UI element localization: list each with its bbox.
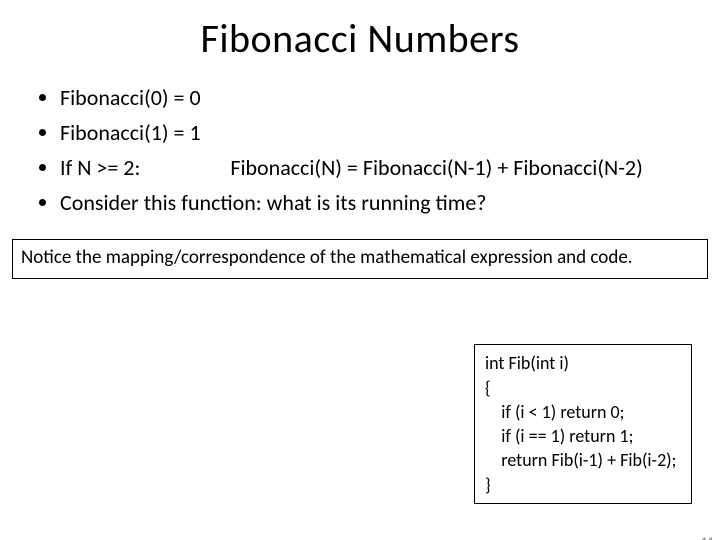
bullet-list: Fibonacci(0) = 0 Fibonacci(1) = 1 If N >… xyxy=(0,81,720,219)
page-number: 11 xyxy=(701,535,714,540)
list-item-text: If N >= 2: xyxy=(60,154,140,181)
list-item: Fibonacci(0) = 0 xyxy=(60,81,720,114)
note-box: Notice the mapping/correspondence of the… xyxy=(12,239,708,279)
list-item-text: Fibonacci(N) = Fibonacci(N-1) + Fibonacc… xyxy=(230,154,642,181)
slide-title: Fibonacci Numbers xyxy=(0,14,720,63)
list-item: Consider this function: what is its runn… xyxy=(60,186,720,219)
list-item: If N >= 2: Fibonacci(N) = Fibonacci(N-1) … xyxy=(60,151,720,184)
slide: Fibonacci Numbers Fibonacci(0) = 0 Fibon… xyxy=(0,14,720,540)
list-item: Fibonacci(1) = 1 xyxy=(60,116,720,149)
code-box: int Fib(int i) { if (i < 1) return 0; if… xyxy=(474,344,692,504)
